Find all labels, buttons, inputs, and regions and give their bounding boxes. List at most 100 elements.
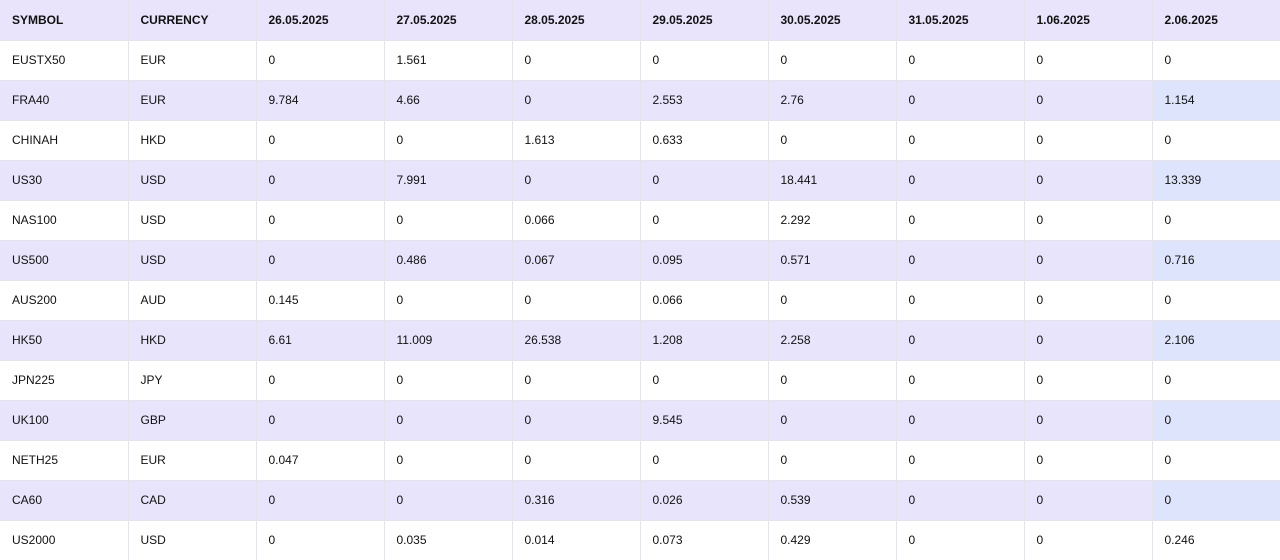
cell-value: 0 [256, 120, 385, 161]
cell-value: 1.613 [512, 120, 641, 161]
cell-value: 0 [1152, 200, 1280, 241]
cell-value: 0 [1152, 40, 1280, 81]
cell-value: 0 [896, 320, 1025, 361]
cell-symbol: HK50 [0, 320, 129, 361]
table-row: HK50 HKD 6.61 11.009 26.538 1.208 2.258 0 0 2.106 [0, 320, 1280, 361]
table-row: JPN225 JPY 0 0 0 0 0 0 0 0 [0, 360, 1280, 401]
cell-value: 0 [1152, 480, 1280, 521]
cell-value: 0 [896, 40, 1025, 81]
cell-value: 0.539 [768, 480, 897, 521]
cell-symbol: UK100 [0, 400, 129, 441]
cell-currency: HKD [128, 320, 257, 361]
cell-value: 0 [1152, 440, 1280, 481]
cell-value: 0 [256, 360, 385, 401]
table-row: US2000 USD 0 0.035 0.014 0.073 0.429 0 0 0.246 [0, 520, 1280, 560]
cell-value: 0.486 [384, 240, 513, 281]
cell-value: 26.538 [512, 320, 641, 361]
cell-currency: USD [128, 520, 257, 560]
cell-value: 0.073 [640, 520, 769, 560]
cell-value: 0.067 [512, 240, 641, 281]
header-date[interactable]: 27.05.2025 [384, 0, 513, 41]
cell-value: 0 [256, 200, 385, 241]
cell-value: 0 [512, 160, 641, 201]
cell-value: 2.292 [768, 200, 897, 241]
cell-value: 0 [768, 360, 897, 401]
cell-value: 0.633 [640, 120, 769, 161]
cell-value: 0 [896, 480, 1025, 521]
table-row: NAS100 USD 0 0 0.066 0 2.292 0 0 0 [0, 200, 1280, 241]
cell-value: 0 [256, 480, 385, 521]
header-row: SYMBOL CURRENCY 26.05.2025 27.05.2025 28… [0, 0, 1280, 41]
cell-currency: EUR [128, 40, 257, 81]
header-date[interactable]: 28.05.2025 [512, 0, 641, 41]
cell-value: 0 [896, 120, 1025, 161]
cell-value: 2.553 [640, 80, 769, 121]
cell-value: 0 [256, 400, 385, 441]
cell-currency: AUD [128, 280, 257, 321]
cell-symbol: US2000 [0, 520, 129, 560]
cell-value: 0 [896, 520, 1025, 560]
cell-value: 0 [896, 440, 1025, 481]
header-date[interactable]: 29.05.2025 [640, 0, 769, 41]
header-date[interactable]: 30.05.2025 [768, 0, 897, 41]
cell-symbol: NETH25 [0, 440, 129, 481]
cell-value: 0.716 [1152, 240, 1280, 281]
table-row: AUS200 AUD 0.145 0 0 0.066 0 0 0 0 [0, 280, 1280, 321]
cell-value: 0 [1024, 400, 1153, 441]
cell-symbol: JPN225 [0, 360, 129, 401]
cell-currency: CAD [128, 480, 257, 521]
cell-value: 0.246 [1152, 520, 1280, 560]
cell-value: 0 [1024, 120, 1153, 161]
header-date[interactable]: 1.06.2025 [1024, 0, 1153, 41]
cell-value: 0 [512, 80, 641, 121]
cell-value: 1.561 [384, 40, 513, 81]
cell-value: 0 [896, 240, 1025, 281]
cell-value: 0 [384, 360, 513, 401]
cell-value: 0 [1024, 280, 1153, 321]
cell-value: 0 [384, 400, 513, 441]
cell-value: 0 [640, 360, 769, 401]
cell-currency: USD [128, 160, 257, 201]
cell-value: 0 [768, 120, 897, 161]
cell-value: 0 [640, 440, 769, 481]
cell-value: 0 [1152, 400, 1280, 441]
header-date[interactable]: 31.05.2025 [896, 0, 1025, 41]
table-body: EUSTX50 EUR 0 1.561 0 0 0 0 0 0 FRA40 EUR 9.784 4.66 0… [0, 40, 1280, 560]
cell-value: 0 [768, 40, 897, 81]
cell-value: 1.208 [640, 320, 769, 361]
cell-value: 0 [256, 40, 385, 81]
cell-value: 0.095 [640, 240, 769, 281]
cell-value: 0 [1024, 360, 1153, 401]
table-row: NETH25 EUR 0.047 0 0 0 0 0 0 0 [0, 440, 1280, 481]
cell-value: 6.61 [256, 320, 385, 361]
cell-currency: GBP [128, 400, 257, 441]
cell-value: 0 [512, 360, 641, 401]
cell-value: 0 [896, 200, 1025, 241]
header-currency[interactable]: CURRENCY [128, 0, 257, 41]
header-symbol[interactable]: SYMBOL [0, 0, 129, 41]
cell-value: 0 [256, 520, 385, 560]
cell-value: 4.66 [384, 80, 513, 121]
cell-value: 0 [640, 40, 769, 81]
cell-value: 0.145 [256, 280, 385, 321]
cell-value: 0 [896, 280, 1025, 321]
table-row: EUSTX50 EUR 0 1.561 0 0 0 0 0 0 [0, 40, 1280, 81]
cell-value: 0 [1152, 120, 1280, 161]
header-date[interactable]: 2.06.2025 [1152, 0, 1280, 41]
cell-value: 0.066 [512, 200, 641, 241]
cell-value: 0 [1024, 520, 1153, 560]
cell-value: 0 [768, 280, 897, 321]
cell-value: 0 [1024, 80, 1153, 121]
cell-value: 0 [896, 360, 1025, 401]
cell-value: 2.106 [1152, 320, 1280, 361]
cell-value: 0 [896, 160, 1025, 201]
cell-value: 0.316 [512, 480, 641, 521]
cell-value: 0.014 [512, 520, 641, 560]
cell-value: 0 [896, 400, 1025, 441]
cell-value: 2.76 [768, 80, 897, 121]
header-date[interactable]: 26.05.2025 [256, 0, 385, 41]
cell-currency: USD [128, 240, 257, 281]
cell-value: 0 [512, 440, 641, 481]
cell-value: 0 [640, 160, 769, 201]
cell-value: 0 [384, 200, 513, 241]
